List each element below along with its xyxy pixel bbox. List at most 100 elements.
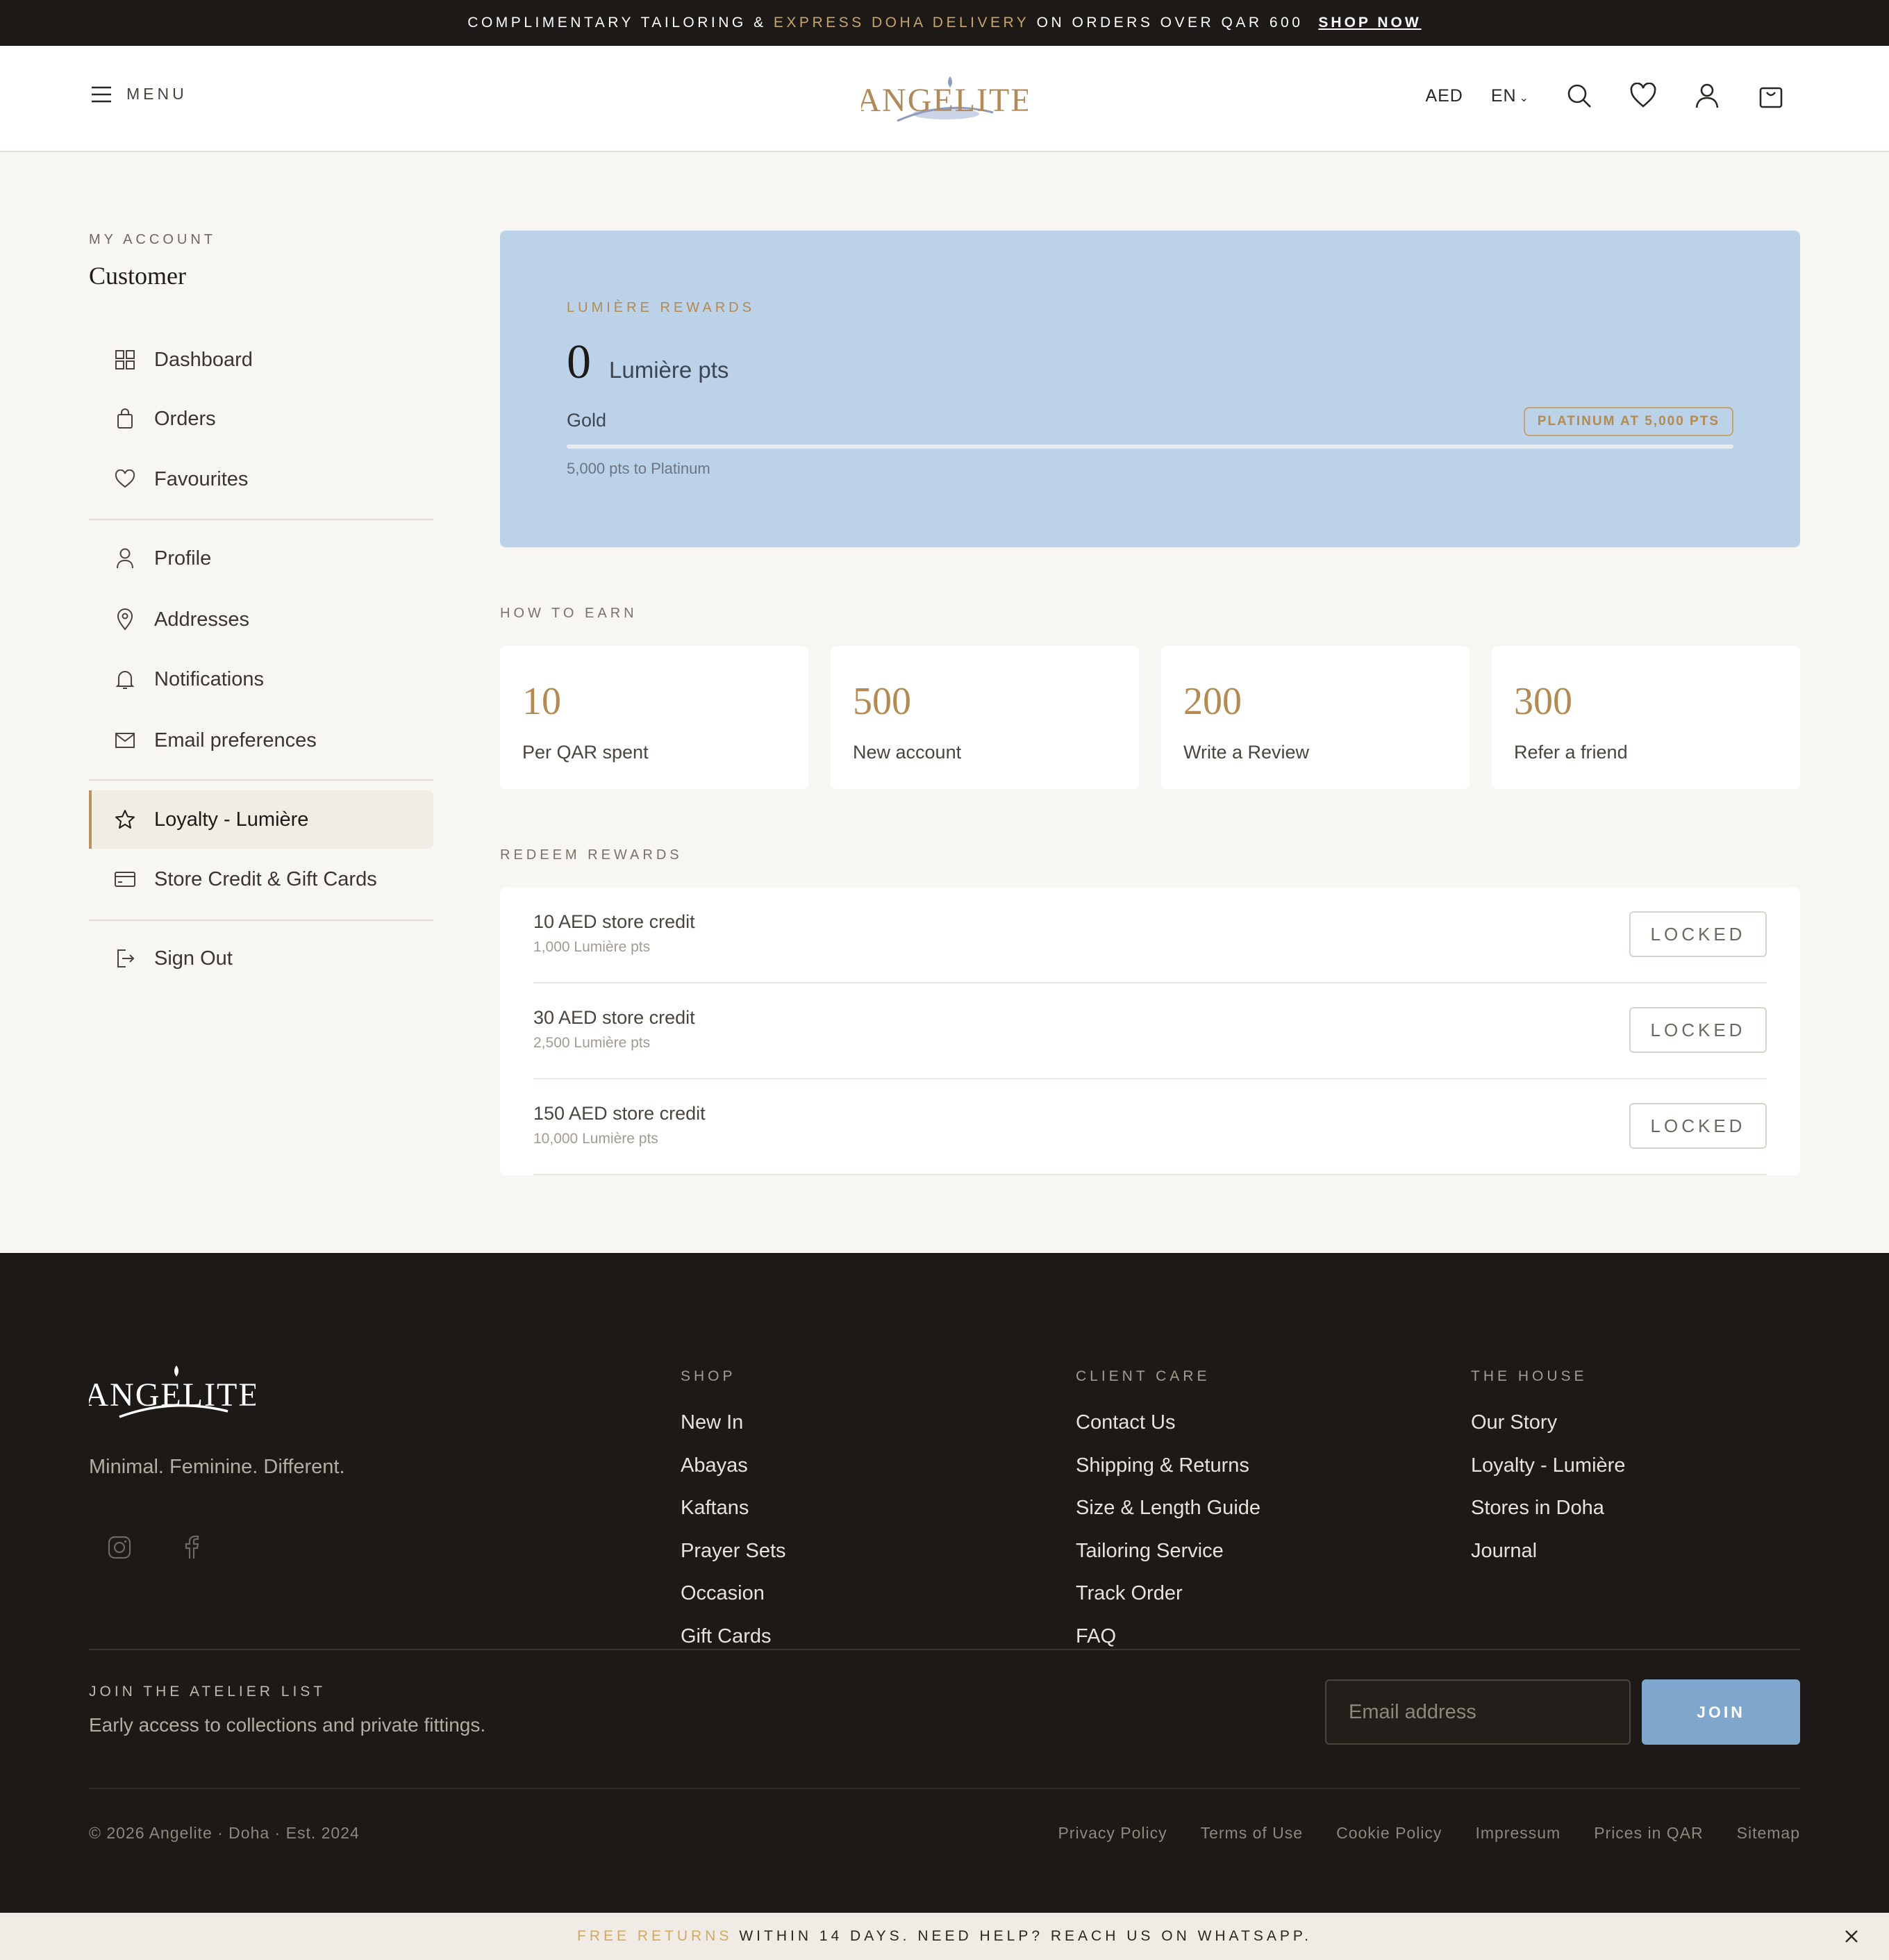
footer-column-heading: THE HOUSE [1471,1368,1588,1384]
join-button[interactable]: JOIN [1642,1679,1800,1745]
points-balance: 0 Lumière pts [567,335,729,390]
sidebar-divider [89,920,433,921]
sidebar-item-label: Orders [154,407,216,430]
locked-button[interactable]: LOCKED [1629,1103,1767,1149]
search-button[interactable] [1565,82,1593,110]
sidebar-item-label: Sign Out [154,947,233,970]
earn-card: 10 Per QAR spent [500,646,808,789]
sidebar-item-email-preferences[interactable]: Email preferences [89,711,433,770]
reward-cost: 10,000 Lumière pts [533,1131,658,1147]
sidebar-item-profile[interactable]: Profile [89,529,433,588]
header-actions: AED EN ⌄ [1425,82,1785,110]
card-icon [113,867,138,892]
sidebar-item-loyalty[interactable]: Loyalty - Lumière [89,790,433,849]
footer-tagline: Minimal. Feminine. Different. [89,1456,345,1478]
account-button[interactable] [1693,82,1721,110]
footer-link[interactable]: Stores in Doha [1471,1497,1625,1540]
sign-out-button[interactable]: Sign Out [89,929,433,988]
bag-icon [1759,87,1783,108]
footer-link[interactable]: FAQ [1076,1625,1260,1668]
redeem-kicker: REDEEM REWARDS [500,847,683,863]
sidebar-item-notifications[interactable]: Notifications [89,650,433,708]
earn-label: New account [853,742,962,763]
footer-link[interactable]: Gift Cards [681,1625,786,1668]
reward-title: 30 AED store credit [533,1007,695,1028]
user-icon [113,546,138,571]
footer-link[interactable]: Prayer Sets [681,1540,786,1583]
legal-link-terms[interactable]: Terms of Use [1201,1824,1303,1843]
footer-link[interactable]: New In [681,1411,786,1454]
heart-icon [1630,83,1656,108]
sidebar-item-label: Notifications [154,667,264,690]
sidebar-item-dashboard[interactable]: Dashboard [89,331,433,389]
legal-link-privacy[interactable]: Privacy Policy [1058,1824,1167,1843]
footer-link[interactable]: Our Story [1471,1411,1625,1454]
instagram-link[interactable] [106,1534,133,1561]
footer-logo[interactable]: ANGELITE [89,1363,256,1425]
brand-logo[interactable]: ANGELITE [861,69,1028,132]
instagram-icon [108,1536,131,1559]
facebook-icon [185,1536,199,1559]
sidebar-item-label: Email preferences [154,729,317,751]
footer-link[interactable]: Track Order [1076,1582,1260,1625]
footer-link[interactable]: Contact Us [1076,1411,1260,1454]
reward-title: 10 AED store credit [533,911,695,932]
newsletter-kicker: JOIN THE ATELIER LIST [89,1684,326,1700]
newsletter-email-input[interactable]: Email address [1325,1679,1631,1745]
language-selector[interactable]: EN ⌄ [1491,86,1529,106]
next-tier-badge: PLATINUM AT 5,000 PTS [1523,407,1733,436]
sidebar-item-orders[interactable]: Orders [89,390,433,448]
logout-icon [113,946,138,971]
logo-text: ANGELITE [861,82,1028,119]
cart-button[interactable] [1757,82,1785,110]
sidebar-item-store-credit[interactable]: Store Credit & Gift Cards [89,850,433,908]
earn-card: 500 New account [831,646,1139,789]
mail-icon [113,728,138,753]
grid-icon [113,347,138,372]
earn-value: 200 [1183,680,1242,723]
copyright: © 2026 Angelite · Doha · Est. 2024 [89,1824,360,1842]
help-bar-accent: FREE RETURNS [577,1928,733,1944]
shop-now-link[interactable]: SHOP NOW [1318,15,1421,31]
bell-icon [113,667,138,692]
progress-text: 5,000 pts to Platinum [567,460,710,477]
facebook-link[interactable] [178,1534,206,1561]
footer-link[interactable]: Occasion [681,1582,786,1625]
locked-button[interactable]: LOCKED [1629,1007,1767,1053]
sidebar-item-label: Addresses [154,608,250,631]
help-bar-text: WITHIN 14 DAYS. NEED HELP? REACH US ON W… [739,1928,1312,1944]
announcement-accent: EXPRESS DOHA DELIVERY [773,15,1030,31]
legal-link-impressum[interactable]: Impressum [1475,1824,1561,1843]
footer-link[interactable]: Loyalty - Lumière [1471,1454,1625,1497]
footer-link[interactable]: Tailoring Service [1076,1540,1260,1583]
announcement-text-post: ON ORDERS OVER QAR 600 [1029,15,1304,31]
currency-selector[interactable]: AED [1425,86,1463,106]
legal-link-sitemap[interactable]: Sitemap [1737,1824,1800,1843]
reward-cost: 1,000 Lumière pts [533,939,651,955]
footer-link[interactable]: Size & Length Guide [1076,1497,1260,1540]
footer-column-shop: SHOP New In Abayas Kaftans Prayer Sets O… [681,1368,786,1668]
star-icon [113,807,138,832]
reward-title: 150 AED store credit [533,1103,706,1124]
redeem-list: 10 AED store credit 1,000 Lumière pts LO… [500,888,1800,1175]
wishlist-button[interactable] [1629,82,1657,110]
help-bar: FREE RETURNS WITHIN 14 DAYS. NEED HELP? … [0,1913,1889,1960]
earn-value: 500 [853,680,911,723]
legal-link-cookies[interactable]: Cookie Policy [1336,1824,1442,1843]
sidebar-item-addresses[interactable]: Addresses [89,590,433,649]
close-icon[interactable] [1842,1927,1861,1946]
locked-button[interactable]: LOCKED [1629,911,1767,957]
footer-link[interactable]: Kaftans [681,1497,786,1540]
bag-icon [113,406,138,431]
menu-button[interactable]: MENU [90,85,188,103]
site-footer: ANGELITE Minimal. Feminine. Different. S… [0,1253,1889,1913]
customer-name: Customer [89,262,186,290]
earn-label: Per QAR spent [522,742,649,763]
announcement-text: COMPLIMENTARY TAILORING & [467,15,774,31]
footer-link[interactable]: Journal [1471,1540,1625,1583]
sidebar-item-favourites[interactable]: Favourites [89,450,433,508]
footer-link[interactable]: Shipping & Returns [1076,1454,1260,1497]
footer-link[interactable]: Abayas [681,1454,786,1497]
rewards-kicker: LUMIÈRE REWARDS [567,300,755,315]
legal-link-prices[interactable]: Prices in QAR [1594,1824,1703,1843]
